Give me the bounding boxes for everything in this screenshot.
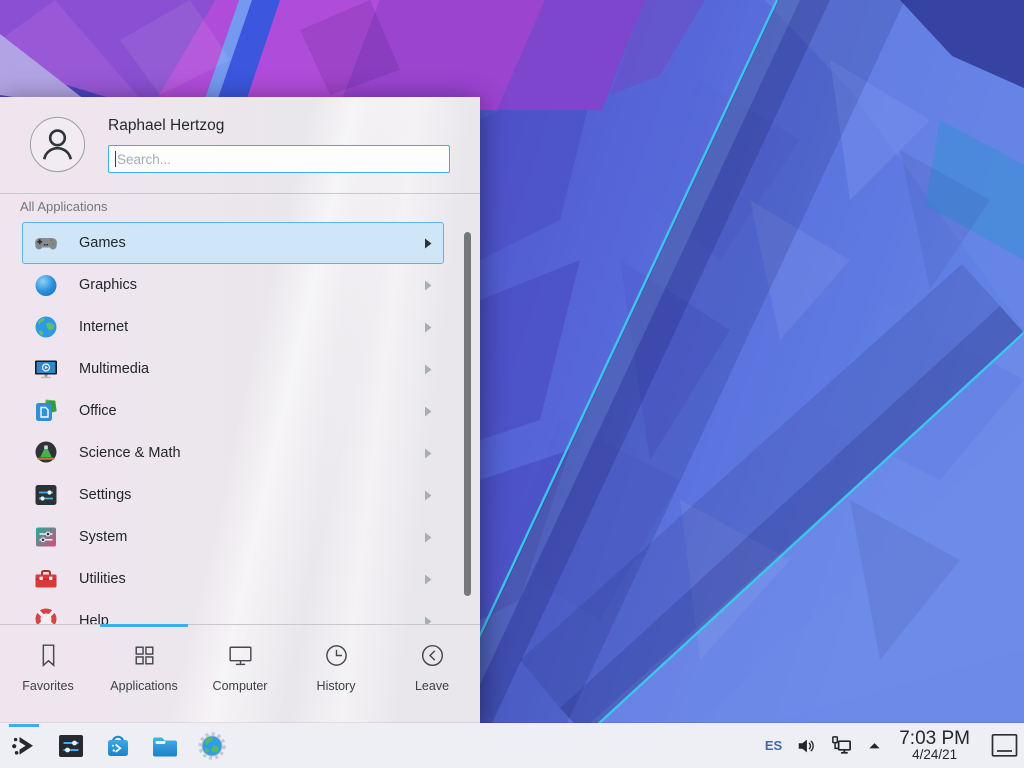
tab-applications[interactable]: Applications [96, 625, 192, 723]
category-row-system[interactable]: System [22, 516, 444, 558]
clock-date: 4/24/21 [899, 748, 970, 762]
file-manager-icon [149, 730, 181, 762]
keyboard-layout-indicator[interactable]: ES [765, 738, 782, 753]
discover-software-icon [102, 730, 134, 762]
submenu-arrow-icon [424, 574, 432, 585]
application-launcher-menu: Raphael Hertzog All Applications Games G… [0, 97, 480, 723]
submenu-arrow-icon [424, 364, 432, 375]
kde-launcher-icon [8, 730, 40, 762]
category-row-settings[interactable]: Settings [22, 474, 444, 516]
volume-icon[interactable] [796, 736, 816, 756]
submenu-arrow-icon [424, 322, 432, 333]
category-label: Settings [79, 487, 131, 503]
science-math-icon [32, 439, 60, 467]
category-label: Help [79, 613, 109, 624]
clock-time: 7:03 PM [899, 729, 970, 749]
launcher-file-manager[interactable] [149, 730, 181, 762]
utilities-icon [32, 565, 60, 593]
submenu-arrow-icon [424, 616, 432, 625]
system-tray: ES 7:03 PM 4/24/21 [765, 729, 1024, 763]
tab-leave[interactable]: Leave [384, 625, 480, 723]
category-label: Office [79, 403, 117, 419]
settings-icon [32, 481, 60, 509]
submenu-arrow-icon [424, 490, 432, 501]
category-row-graphics[interactable]: Graphics [22, 264, 444, 306]
taskbar-launchers [0, 730, 228, 762]
text-cursor [115, 151, 116, 167]
list-scrollbar-thumb[interactable] [464, 232, 471, 596]
category-label: System [79, 529, 127, 545]
category-row-utilities[interactable]: Utilities [22, 558, 444, 600]
digital-clock[interactable]: 7:03 PM 4/24/21 [899, 729, 970, 763]
graphics-icon [32, 271, 60, 299]
tab-favorites[interactable]: Favorites [0, 625, 96, 723]
tab-label: Favorites [22, 679, 73, 693]
tab-label: Applications [110, 679, 177, 693]
multimedia-icon [32, 355, 60, 383]
tab-history[interactable]: History [288, 625, 384, 723]
show-desktop-button[interactable] [991, 733, 1018, 758]
category-row-science-math[interactable]: Science & Math [22, 432, 444, 474]
launcher-application-launcher[interactable] [8, 730, 40, 762]
user-avatar[interactable] [29, 116, 86, 173]
network-icon[interactable] [830, 734, 853, 757]
category-label: Internet [79, 319, 128, 335]
category-label: Graphics [79, 277, 137, 293]
submenu-arrow-icon [424, 532, 432, 543]
office-icon [32, 397, 60, 425]
tab-computer[interactable]: Computer [192, 625, 288, 723]
submenu-arrow-icon [424, 406, 432, 417]
category-label: Utilities [79, 571, 126, 587]
category-row-multimedia[interactable]: Multimedia [22, 348, 444, 390]
system-settings-icon [55, 730, 87, 762]
launcher-tab-bar: Favorites Applications Computer History … [0, 624, 480, 723]
expand-tray-caret-icon[interactable] [867, 738, 882, 753]
system-icon [32, 523, 60, 551]
desktop: Raphael Hertzog All Applications Games G… [0, 0, 1024, 768]
help-icon [32, 607, 60, 624]
launcher-web-browser[interactable] [196, 730, 228, 762]
launcher-header: Raphael Hertzog [0, 97, 480, 194]
section-label: All Applications [20, 199, 107, 214]
submenu-arrow-icon [424, 448, 432, 459]
submenu-arrow-icon [424, 280, 432, 291]
internet-icon [32, 313, 60, 341]
launcher-discover[interactable] [102, 730, 134, 762]
tab-label: History [317, 679, 356, 693]
category-label: Science & Math [79, 445, 181, 461]
games-icon [32, 229, 60, 257]
computer-icon [225, 640, 256, 671]
category-row-help[interactable]: Help [22, 600, 444, 624]
search-input[interactable] [108, 145, 450, 173]
application-category-list: Games Graphics Internet [0, 222, 480, 624]
tab-label: Leave [415, 679, 449, 693]
launcher-system-settings[interactable] [55, 730, 87, 762]
user-name: Raphael Hertzog [108, 117, 224, 135]
category-row-internet[interactable]: Internet [22, 306, 444, 348]
category-label: Games [79, 235, 126, 251]
tab-label: Computer [213, 679, 268, 693]
category-label: Multimedia [79, 361, 149, 377]
history-icon [321, 640, 352, 671]
category-row-office[interactable]: Office [22, 390, 444, 432]
applications-icon [129, 640, 160, 671]
taskbar-panel: ES 7:03 PM 4/24/21 [0, 723, 1024, 768]
favorites-icon [33, 640, 64, 671]
leave-icon [417, 640, 448, 671]
web-browser-icon [196, 730, 228, 762]
submenu-arrow-icon [424, 238, 432, 249]
category-row-games[interactable]: Games [22, 222, 444, 264]
